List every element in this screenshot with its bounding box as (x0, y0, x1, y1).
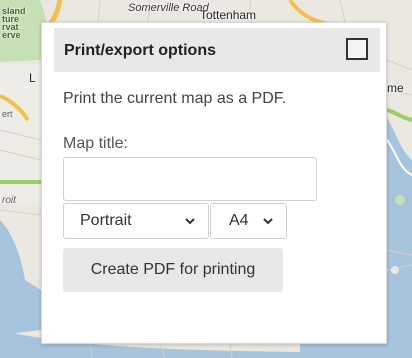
chevron-down-icon (185, 218, 195, 225)
map-title-input[interactable] (63, 157, 317, 201)
create-pdf-button[interactable]: Create PDF for printing (63, 248, 283, 292)
orientation-select[interactable]: Portrait (63, 203, 209, 239)
chevron-down-icon (263, 218, 273, 225)
paper-size-selected-value: A4 (229, 212, 249, 229)
paper-size-select[interactable]: A4 (210, 203, 287, 239)
map-label-ert: ert (2, 109, 13, 119)
checkbox-square-icon[interactable] (346, 38, 368, 60)
map-label-roit: roit (2, 195, 16, 206)
map-label-l: L (29, 71, 36, 85)
panel-description: Print the current map as a PDF. (63, 90, 287, 107)
map-label-nature-reserve: sland ture rvat erve (2, 6, 26, 40)
orientation-selected-value: Portrait (80, 212, 132, 229)
print-export-panel: Print/export options Print the current m… (41, 22, 387, 344)
map-label-tottenham: Tottenham (200, 8, 257, 22)
panel-title: Print/export options (64, 42, 216, 59)
map-title-label: Map title: (63, 135, 128, 152)
panel-header: Print/export options (54, 28, 380, 72)
map-label-somerville-road: Somerville Road (128, 2, 209, 14)
